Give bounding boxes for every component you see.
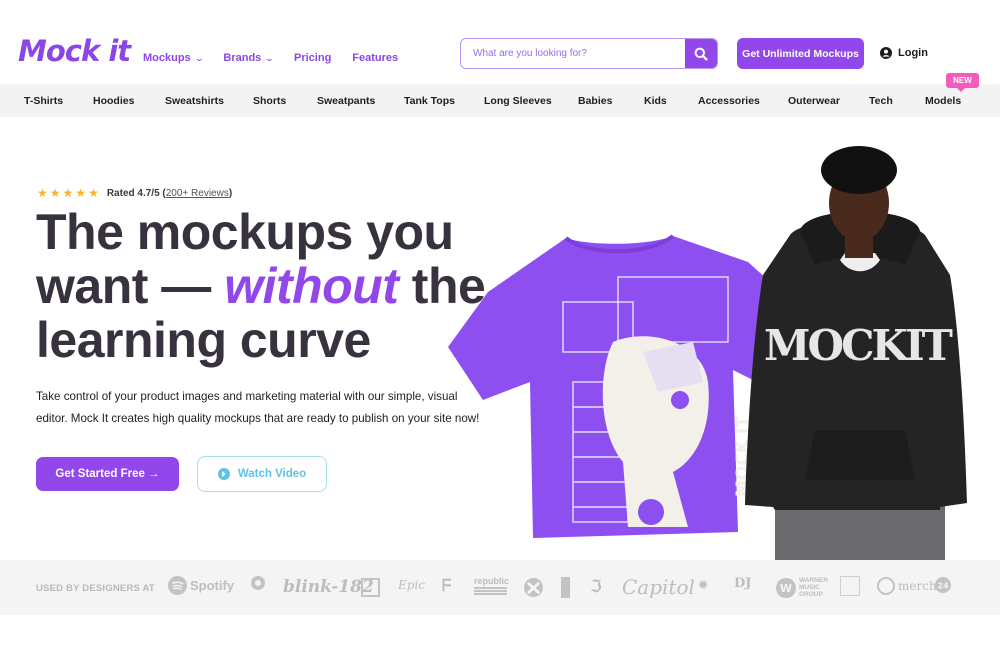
star-rating: ★ ★ ★ ★ ★ — [37, 186, 99, 200]
hoodie-print-text: MOCKIT — [764, 321, 953, 370]
rating-text: Rated 4.7/5 (200+ Reviews) — [106, 187, 233, 199]
svg-text:W: W — [780, 582, 792, 595]
watch-video-label: Watch Video — [237, 468, 307, 480]
search-icon — [694, 47, 708, 61]
divider — [474, 587, 507, 589]
brand-logo-epic: Epic — [398, 578, 425, 592]
nav-mockups-label: Mockups — [143, 52, 191, 64]
watch-video-button[interactable]: Watch Video — [197, 456, 327, 492]
search-button[interactable] — [685, 39, 717, 68]
category-tank-tops[interactable]: Tank Tops — [404, 95, 455, 107]
brand-name: merch — [898, 579, 937, 593]
brand-icon — [840, 576, 860, 596]
nav-features-label: Features — [352, 52, 399, 64]
divider — [474, 590, 507, 592]
main-nav: Mockups ⌄ Brands ⌄ Pricing Features — [143, 52, 419, 64]
category-kids[interactable]: Kids — [644, 95, 667, 107]
search-bar — [460, 38, 718, 69]
logos-label: USED BY DESIGNERS AT — [36, 583, 155, 594]
brand-logo-gomerch: merch — [877, 577, 937, 595]
chevron-down-icon: ⌄ — [194, 53, 204, 63]
category-accessories[interactable]: Accessories — [698, 95, 760, 107]
headline-accent: without — [224, 258, 399, 314]
brand-icon — [251, 576, 265, 590]
nav-pricing[interactable]: Pricing — [294, 52, 331, 64]
svg-text:24: 24 — [937, 582, 949, 591]
get-started-free-button[interactable]: Get Started Free → — [36, 457, 179, 491]
star-icon: ★ — [62, 186, 74, 200]
brand-logo-2 — [250, 576, 266, 594]
brand-logo-defjam: DJ — [734, 576, 752, 591]
brand-icon — [561, 577, 570, 598]
hero-headline: The mockups you want — without the learn… — [36, 205, 506, 367]
brand-logo-10: ℑ — [590, 577, 602, 596]
brand-name: Spotify — [190, 578, 235, 593]
brand-logo-interscope — [561, 577, 570, 598]
brand-icon — [361, 578, 380, 597]
search-input[interactable] — [461, 39, 685, 68]
hero-description: Take control of your product images and … — [36, 390, 480, 425]
login-label: Login — [898, 47, 928, 59]
mock-it-logo[interactable]: Mock it — [18, 34, 131, 68]
site-header: Mock it Mockups ⌄ Brands ⌄ Pricing Featu… — [0, 0, 1000, 84]
category-hoodies[interactable]: Hoodies — [93, 95, 134, 107]
user-icon — [880, 47, 892, 59]
spotify-icon — [168, 576, 187, 595]
star-icon: ★ — [88, 186, 99, 200]
category-sweatpants[interactable]: Sweatpants — [317, 95, 375, 107]
category-long-sleeves[interactable]: Long Sleeves — [484, 95, 552, 107]
category-models[interactable]: Models — [925, 95, 961, 107]
category-tech[interactable]: Tech — [869, 95, 893, 107]
nav-brands[interactable]: Brands ⌄ — [223, 52, 275, 64]
category-babies[interactable]: Babies — [578, 95, 612, 107]
warner-icon: W — [776, 577, 796, 598]
brand-logo-spotify: Spotify — [168, 576, 234, 595]
rating-score: Rated 4.7/5 — [106, 187, 160, 199]
xbox-icon — [524, 578, 543, 597]
category-outerwear[interactable]: Outerwear — [788, 95, 840, 107]
brand-logo-12: ✺ — [698, 578, 709, 592]
nav-brands-label: Brands — [223, 52, 262, 64]
brand-logo-xbox — [524, 578, 543, 597]
brand-name: republic — [474, 576, 510, 586]
trusted-by-strip: USED BY DESIGNERS AT Spotify blink-182 E… — [0, 560, 1000, 615]
gomerch-icon — [877, 577, 895, 595]
brand-logo-columbia — [840, 576, 860, 596]
brand-logo-6: ᖴ — [442, 578, 452, 595]
brand-logo-capitol: Capitol — [622, 575, 695, 599]
login-link[interactable]: Login — [880, 47, 928, 59]
new-badge: NEW — [946, 73, 979, 92]
chevron-down-icon: ⌄ — [264, 53, 275, 63]
star-icon: ★ — [37, 186, 48, 200]
brand-logo-4 — [361, 578, 380, 597]
category-t-shirts[interactable]: T-Shirts — [24, 95, 63, 107]
rating: ★ ★ ★ ★ ★ Rated 4.7/5 (200+ Reviews) — [37, 186, 232, 200]
play-icon — [217, 468, 230, 480]
star-icon: ★ — [75, 186, 87, 200]
nav-pricing-label: Pricing — [294, 52, 332, 64]
category-sweatshirts[interactable]: Sweatshirts — [165, 95, 224, 107]
brand-logo-warner: W WARNER MUSIC GROUP — [776, 577, 828, 598]
divider — [474, 593, 507, 595]
reviews-link[interactable]: 200+ Reviews — [166, 188, 229, 199]
brand-name: WARNER MUSIC GROUP — [799, 577, 828, 598]
hoodie-model-image: MOCKIT — [745, 146, 967, 560]
nav-mockups[interactable]: Mockups ⌄ — [143, 52, 204, 64]
brand-24-icon: 24 — [935, 577, 951, 593]
category-bar: T-Shirts Hoodies Sweatshirts Shorts Swea… — [0, 84, 1000, 117]
brand-logo-24: 24 — [934, 576, 952, 594]
star-icon: ★ — [49, 186, 61, 200]
brand-logo-republic: republic — [474, 576, 509, 595]
nav-features[interactable]: Features — [352, 52, 398, 64]
category-shorts[interactable]: Shorts — [253, 95, 286, 107]
get-unlimited-mockups-button[interactable]: Get Unlimited Mockups — [737, 38, 864, 69]
